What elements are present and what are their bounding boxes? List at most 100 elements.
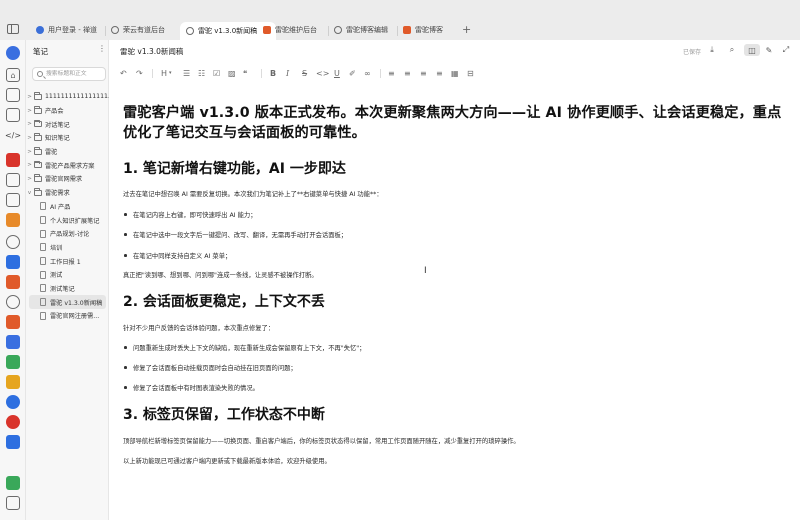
tree-folder[interactable]: > 雷驼产品需求方案 (26, 158, 109, 172)
book-icon[interactable] (6, 108, 20, 122)
bullet-item: 问题重新生成时丢失上下文的缺陷，现在重新生成会保留原有上下文，不再"失忆"； (123, 343, 365, 352)
tab-zentao-login[interactable]: 用户登录 - 禅道 (36, 22, 97, 38)
tab-divider (328, 26, 329, 36)
tab-rongyun-admin[interactable]: 荣云有道后台 (111, 22, 165, 38)
italic-button[interactable]: I (286, 66, 289, 80)
user-avatar[interactable] (6, 46, 20, 60)
tab-maintenance-admin[interactable]: 雷驼维护后台 (263, 22, 317, 38)
tree-folder[interactable]: > 雷驼官网需求 (26, 172, 109, 186)
chevron-right-icon[interactable]: > (26, 121, 33, 127)
tab-label: 荣云有道后台 (123, 26, 165, 34)
more-icon[interactable]: ⋮ (98, 44, 106, 53)
app-shortcut-icon[interactable] (6, 213, 20, 227)
redo-icon[interactable]: ↷ (136, 66, 143, 80)
leituo-app-icon (263, 26, 271, 34)
tree-folder[interactable]: > 对话笔记 (26, 117, 109, 131)
search-icon (37, 71, 43, 77)
mail-icon[interactable] (6, 173, 20, 187)
tree-note[interactable]: 产品规划-讨论 (26, 227, 109, 241)
app-shortcut-icon[interactable] (6, 435, 20, 449)
underline-button[interactable]: U (334, 66, 340, 80)
undo-icon[interactable]: ↶ (120, 66, 127, 80)
edit-icon[interactable]: ✎ (763, 44, 775, 56)
chevron-right-icon[interactable]: > (26, 149, 33, 155)
strikethrough-button[interactable]: S (302, 66, 307, 80)
divider-insert-icon[interactable]: ⊟ (467, 66, 474, 80)
tree-folder[interactable]: > 雷驼 (26, 145, 109, 159)
tree-note[interactable]: AI 产品 (26, 200, 109, 214)
globe-icon[interactable] (6, 295, 20, 309)
tree-note[interactable]: 工作日报 1 (26, 254, 109, 268)
notes-app-icon[interactable] (6, 476, 20, 490)
globe-icon (334, 26, 342, 34)
align-justify-icon[interactable]: ≡ (436, 66, 443, 80)
chevron-down-icon[interactable]: v (26, 190, 33, 196)
chevron-right-icon[interactable]: > (26, 176, 33, 182)
note-icon (40, 284, 46, 293)
tree-label: 测试 (50, 272, 63, 280)
note-icon (40, 202, 46, 211)
app-shortcut-icon[interactable] (6, 415, 20, 429)
chevron-right-icon[interactable]: > (26, 135, 33, 141)
align-left-icon[interactable]: ≡ (388, 66, 395, 80)
highlight-icon[interactable]: ✐ (349, 66, 356, 80)
leituo-app-icon (403, 26, 411, 34)
tree-folder[interactable]: > 知识笔记 (26, 131, 109, 145)
heading-button[interactable]: H (161, 66, 167, 80)
app-rail: ⌂ </> (0, 40, 26, 520)
chevron-down-icon[interactable]: ▾ (169, 66, 172, 80)
chevron-right-icon[interactable]: > (26, 94, 33, 100)
fullscreen-icon[interactable]: ⤢ (780, 44, 792, 56)
tab-release-note[interactable]: 雷驼 v1.3.0新闻稿 × (180, 22, 276, 40)
chevron-right-icon[interactable]: > (26, 108, 33, 114)
app-shortcut-icon[interactable] (6, 335, 20, 349)
tree-note[interactable]: 个人知识扩展笔记 (26, 213, 109, 227)
app-shortcut-icon[interactable] (6, 355, 20, 369)
tab-blog-editor[interactable]: 雷驼博客编辑 (334, 22, 388, 38)
app-shortcut-icon[interactable] (6, 315, 20, 329)
home-icon[interactable]: ⌂ (6, 68, 20, 82)
tree-note[interactable]: 测试笔记 (26, 282, 109, 296)
download-icon[interactable]: ⤓ (706, 44, 718, 56)
tree-label: 雷驼 (45, 149, 58, 157)
quote-icon[interactable]: ❝ (243, 66, 247, 80)
ai-panel-icon[interactable]: ◫ (744, 44, 760, 56)
app-shortcut-icon[interactable] (6, 375, 20, 389)
section-heading: 2. 会话面板更稳定，上下文不丢 (123, 294, 325, 310)
folder-icon[interactable] (6, 496, 20, 510)
table-icon[interactable]: ▦ (451, 66, 459, 80)
bullet-item: 在笔记中选中一段文字后一键提问、改写、翻译，无需再手动打开会话面板； (123, 230, 347, 239)
chevron-right-icon[interactable]: > (26, 162, 33, 168)
globe-icon[interactable] (6, 235, 20, 249)
bold-button[interactable]: B (270, 66, 276, 80)
image-icon[interactable]: ▨ (228, 66, 236, 80)
tree-note[interactable]: 测试 (26, 268, 109, 282)
align-center-icon[interactable]: ≡ (404, 66, 411, 80)
folder-icon[interactable] (6, 193, 20, 207)
document-body[interactable]: 雷驼客户端 v1.3.0 版本正式发布。本次更新聚焦两大方向——让 AI 协作更… (123, 103, 783, 465)
app-shortcut-icon[interactable] (6, 275, 20, 289)
tree-note[interactable]: 培训 (26, 241, 109, 255)
tree-note[interactable]: 雷驼官网注册需... (26, 309, 109, 323)
bullet-list-icon[interactable]: ☰ (183, 66, 190, 80)
code-icon[interactable]: </> (5, 128, 21, 142)
tree-folder[interactable]: v 雷驼需求 (26, 186, 109, 200)
ordered-list-icon[interactable]: ☷ (198, 66, 205, 80)
new-tab-button[interactable]: + (462, 23, 471, 36)
inline-code-icon[interactable]: <> (316, 66, 329, 80)
tab-blog[interactable]: 雷驼博客 (403, 22, 443, 38)
apps-icon[interactable] (6, 88, 20, 102)
align-right-icon[interactable]: ≡ (420, 66, 427, 80)
link-icon[interactable]: ∞ (364, 66, 371, 80)
sidebar-toggle-icon[interactable] (7, 24, 19, 34)
tree-folder[interactable]: >1111111111111111... (26, 90, 109, 104)
search-icon[interactable]: ⌕ (726, 44, 738, 56)
tree-note-active[interactable]: 雷驼 v1.3.0新闻稿 (29, 295, 106, 309)
task-list-icon[interactable]: ☑ (213, 66, 220, 80)
tree-folder[interactable]: > 产品会 (26, 104, 109, 118)
app-shortcut-icon[interactable] (6, 255, 20, 269)
search-input[interactable] (46, 69, 104, 79)
app-shortcut-icon[interactable] (6, 395, 20, 409)
app-shortcut-icon[interactable] (6, 153, 20, 167)
zentao-favicon-icon (36, 26, 44, 34)
